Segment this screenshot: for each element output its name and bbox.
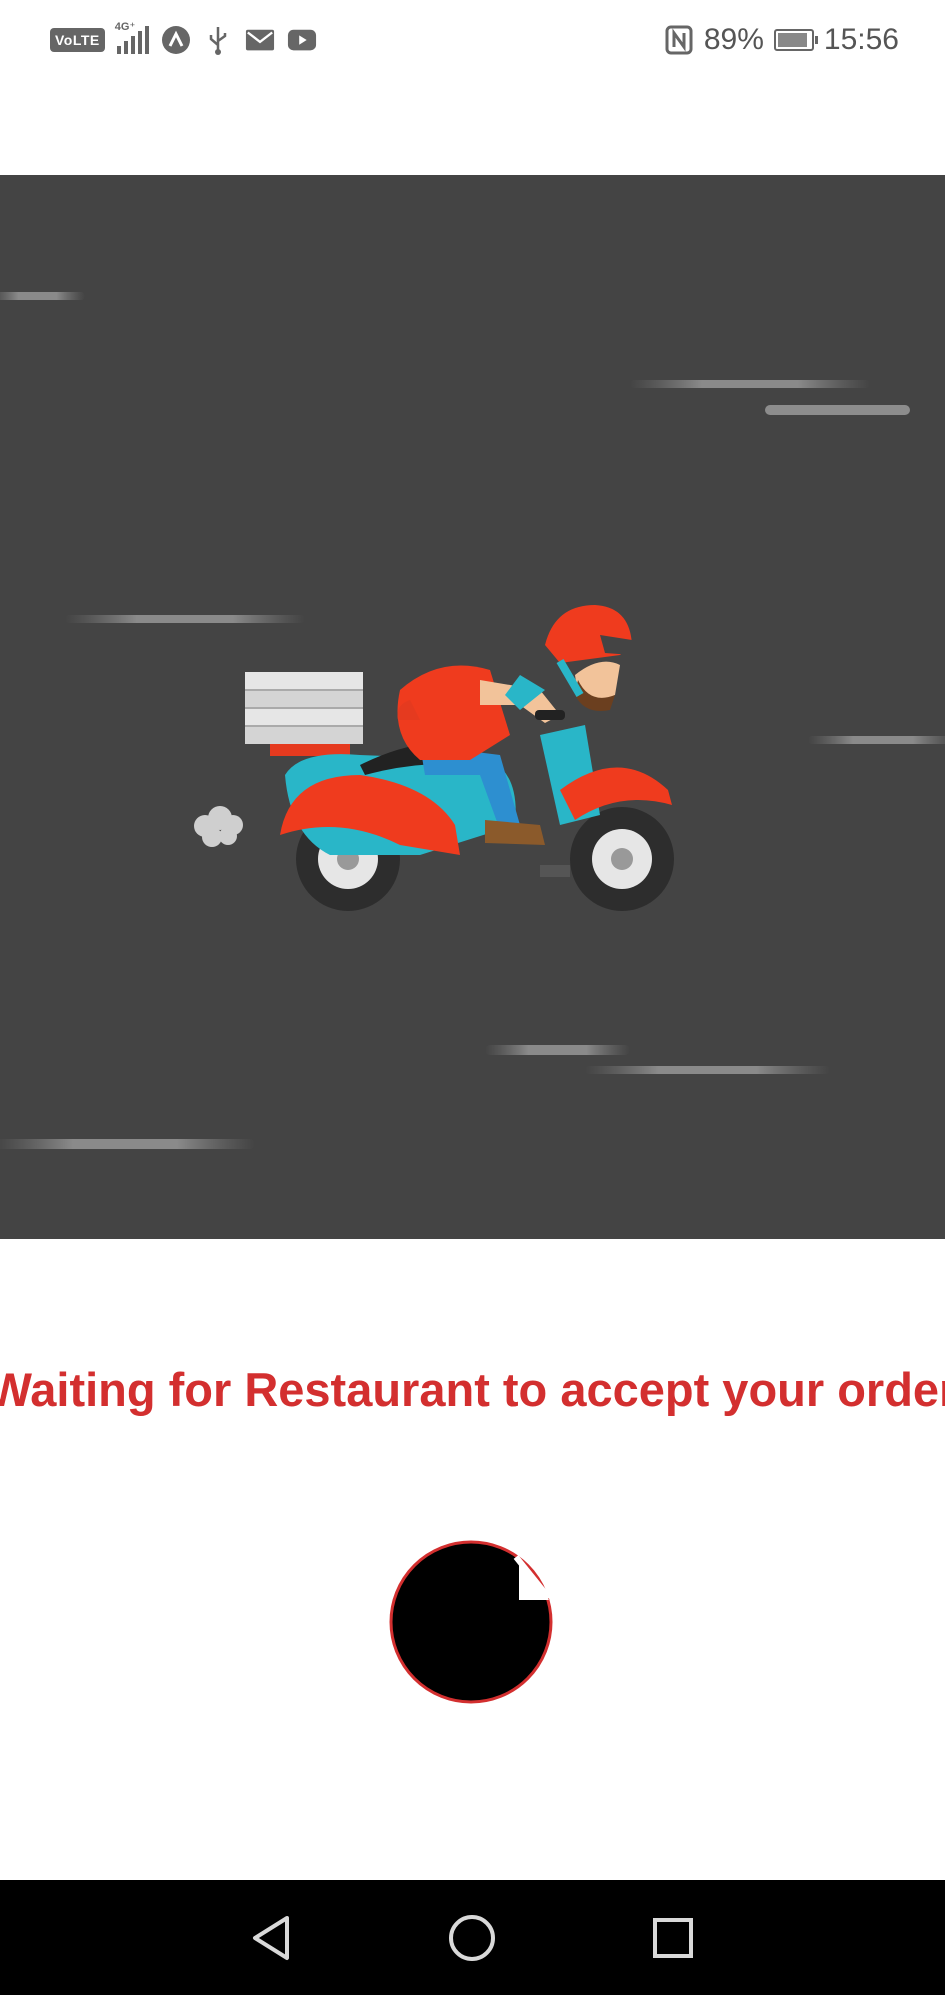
loading-spinner-icon — [389, 1540, 553, 1704]
delivery-scooter-illustration — [0, 292, 945, 1149]
home-icon[interactable] — [442, 1908, 502, 1968]
usb-icon — [203, 25, 233, 55]
system-nav-bar — [0, 1880, 945, 1995]
signal-icon: 4G⁺ — [115, 21, 149, 54]
network-type-label: 4G⁺ — [114, 21, 136, 33]
battery-fill — [777, 33, 808, 47]
status-bar-left: VoLTE 4G⁺ — [50, 21, 317, 58]
youtube-icon — [287, 25, 317, 55]
delivery-animation — [0, 175, 945, 1239]
volte-icon: VoLTE — [50, 28, 105, 52]
front-wheel — [570, 807, 674, 911]
pizza-boxes — [245, 672, 363, 756]
exhaust-smoke — [194, 806, 243, 847]
status-bar: VoLTE 4G⁺ 89% 15:56 — [0, 0, 945, 80]
app-icon — [161, 25, 191, 55]
order-status-message: Waiting for Restaurant to accept your or… — [0, 1363, 945, 1416]
recents-icon[interactable] — [643, 1908, 703, 1968]
nfc-icon — [664, 25, 694, 55]
mail-icon — [245, 25, 275, 55]
back-icon[interactable] — [241, 1908, 301, 1968]
clock: 15:56 — [823, 23, 899, 56]
status-bar-right: 89% 15:56 — [664, 20, 899, 60]
battery-percent: 89% — [703, 23, 764, 56]
battery-icon — [773, 29, 818, 51]
